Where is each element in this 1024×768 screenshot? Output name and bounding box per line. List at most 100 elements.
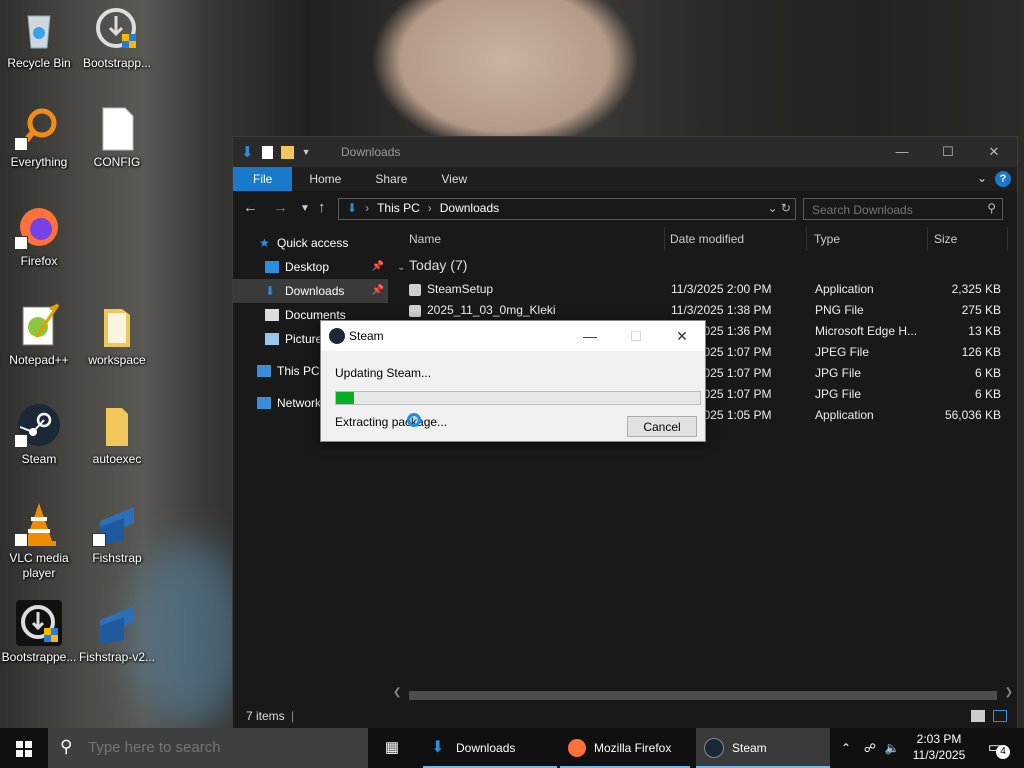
file-type: JPG File xyxy=(815,387,862,401)
search-icon: ⚲ xyxy=(987,201,996,215)
notification-center-button[interactable]: ▭ 4 xyxy=(980,728,1010,768)
steam-icon xyxy=(704,738,724,758)
taskbar-item-steam[interactable]: Steam xyxy=(696,728,830,768)
show-hidden-icons-chevron-icon[interactable]: ⌃ xyxy=(838,728,854,768)
desktop-icon-fishstrap[interactable]: Fishstrap xyxy=(78,501,156,566)
maximize-button[interactable]: ☐ xyxy=(925,137,971,167)
desktop-icon-everything[interactable]: Everything xyxy=(0,105,78,170)
downloads-arrow-icon: ⬇ xyxy=(265,284,276,298)
taskbar: ⚲ ▦ ⬇ Downloads Mozilla Firefox Steam ⌃ … xyxy=(0,728,1024,768)
tab-home[interactable]: Home xyxy=(292,167,358,191)
desktop-icon-bootstrapper-2[interactable]: Bootstrappe... xyxy=(0,600,78,665)
chevron-down-icon: ⌄ xyxy=(397,262,406,273)
expand-ribbon-chevron-icon[interactable]: ⌄ xyxy=(977,171,987,185)
desktop-icon-vlc[interactable]: VLC media player xyxy=(0,501,78,581)
dialog-title: Steam xyxy=(349,329,384,343)
item-count: 7 items xyxy=(246,709,285,723)
file-size: 13 KB xyxy=(968,324,1001,338)
file-date: 11/3/2025 2:00 PM xyxy=(671,282,772,296)
status-separator: | xyxy=(291,709,295,723)
tab-share[interactable]: Share xyxy=(358,167,424,191)
taskbar-item-firefox[interactable]: Mozilla Firefox xyxy=(560,728,690,768)
quick-access-toolbar: ⬇ ▼ xyxy=(241,143,311,161)
notification-count-badge: 4 xyxy=(996,745,1010,759)
scroll-right-icon[interactable]: ❯ xyxy=(1005,687,1013,698)
minimize-button[interactable]: — xyxy=(879,137,925,167)
column-name[interactable]: Name xyxy=(401,227,665,251)
forward-arrow-icon[interactable]: → xyxy=(273,199,288,216)
file-type: Application xyxy=(815,408,874,422)
nav-label: Desktop xyxy=(285,260,330,274)
task-view-icon[interactable]: ▦ xyxy=(372,728,412,768)
start-button[interactable] xyxy=(0,728,48,768)
properties-icon[interactable] xyxy=(261,145,273,159)
search-box[interactable]: ⚲ xyxy=(803,198,1003,220)
documents-icon xyxy=(265,309,279,321)
desktop-icon-recycle-bin[interactable]: Recycle Bin xyxy=(0,6,78,71)
column-date-modified[interactable]: Date modified xyxy=(662,227,807,251)
recycle-bin-icon xyxy=(16,6,62,52)
up-arrow-icon[interactable]: ↑ xyxy=(318,199,326,216)
nav-desktop[interactable]: Desktop 📌 xyxy=(233,255,388,279)
taskbar-item-downloads[interactable]: ⬇ Downloads xyxy=(423,728,557,768)
address-bar[interactable]: ⬇ › This PC › Downloads ⌄ ↻ xyxy=(338,198,796,220)
desktop-icon-config[interactable]: CONFIG xyxy=(78,105,156,170)
pin-icon: 📌 xyxy=(371,261,384,272)
breadcrumb-this-pc[interactable]: This PC xyxy=(377,201,420,215)
downloads-arrow-icon: ⬇ xyxy=(241,144,254,161)
scrollbar-thumb[interactable] xyxy=(409,691,997,700)
customize-toolbar-chevron-icon[interactable]: ▼ xyxy=(302,147,311,157)
dialog-minimize-button[interactable]: — xyxy=(567,321,613,351)
help-icon[interactable]: ? xyxy=(995,171,1011,187)
file-type: Microsoft Edge H... xyxy=(815,324,918,338)
desktop-icon-bootstrapper[interactable]: Bootstrapp... xyxy=(78,6,156,71)
search-input[interactable] xyxy=(810,202,984,218)
clock[interactable]: 2:03 PM 11/3/2025 xyxy=(906,731,972,763)
close-button[interactable]: ✕ xyxy=(971,137,1017,167)
desktop-icon-firefox[interactable]: Firefox xyxy=(0,204,78,269)
steam-update-dialog[interactable]: Steam — ☐ ✕ Updating Steam... Extracting… xyxy=(320,320,706,442)
back-arrow-icon[interactable]: ← xyxy=(243,199,258,216)
everything-search-icon xyxy=(14,105,62,151)
large-icons-view-icon[interactable] xyxy=(993,710,1007,722)
taskbar-item-label: Mozilla Firefox xyxy=(594,741,672,755)
desktop-icon-steam[interactable]: Steam xyxy=(0,402,78,467)
recent-locations-chevron-icon[interactable]: ▼ xyxy=(300,203,310,214)
tab-view[interactable]: View xyxy=(424,167,484,191)
horizontal-scrollbar[interactable]: ❮ ❯ xyxy=(389,687,1017,703)
taskbar-search-input[interactable] xyxy=(86,738,360,757)
firefox-icon xyxy=(14,204,62,250)
desktop-icon-workspace[interactable]: workspace xyxy=(78,303,156,368)
application-icon xyxy=(409,284,421,296)
cancel-button[interactable]: Cancel xyxy=(627,416,697,437)
explorer-titlebar[interactable]: ⬇ ▼ Downloads — ☐ ✕ xyxy=(233,137,1017,167)
details-view-icon[interactable] xyxy=(971,710,985,722)
notepadpp-icon xyxy=(16,303,62,349)
steam-icon xyxy=(14,402,62,448)
nav-downloads[interactable]: ⬇ Downloads 📌 xyxy=(233,279,388,303)
desktop-icon-notepadpp[interactable]: Notepad++ xyxy=(0,303,78,368)
network-status-icon[interactable]: ☍ xyxy=(862,728,878,768)
file-row[interactable]: SteamSetup 11/3/2025 2:00 PM Application 2,… xyxy=(389,279,1009,300)
file-name: SteamSetup xyxy=(427,282,494,296)
column-size[interactable]: Size xyxy=(926,227,1008,251)
folder-icon xyxy=(94,303,140,349)
volume-muted-icon[interactable]: 🔈 xyxy=(884,728,900,768)
desktop-icon-autoexec[interactable]: autoexec xyxy=(78,402,156,467)
tab-file[interactable]: File xyxy=(233,167,293,191)
group-header-today[interactable]: ⌄ Today (7) xyxy=(397,257,467,273)
file-row[interactable]: 2025_11_03_0mg_Kleki 11/3/2025 1:38 PM PNG… xyxy=(389,300,1009,321)
column-type[interactable]: Type xyxy=(806,227,928,251)
taskbar-search-box[interactable]: ⚲ xyxy=(48,728,368,768)
scroll-left-icon[interactable]: ❮ xyxy=(393,687,401,698)
fishstrap-icon xyxy=(94,600,140,646)
desktop-icon-fishstrap-v2[interactable]: Fishstrap-v2... xyxy=(78,600,156,665)
navigation-bar: ← → ▼ ↑ ⬇ › This PC › Downloads ⌄ ↻ ⚲ xyxy=(233,191,1017,227)
file-type: Application xyxy=(815,282,874,296)
dialog-close-button[interactable]: ✕ xyxy=(659,321,705,351)
breadcrumb-downloads[interactable]: Downloads xyxy=(440,201,499,215)
nav-quick-access[interactable]: ★ Quick access xyxy=(233,231,388,255)
refresh-icon[interactable]: ⌄ ↻ xyxy=(768,201,791,215)
new-folder-icon[interactable] xyxy=(280,145,294,159)
dialog-titlebar[interactable]: Steam — ☐ ✕ xyxy=(321,321,705,351)
